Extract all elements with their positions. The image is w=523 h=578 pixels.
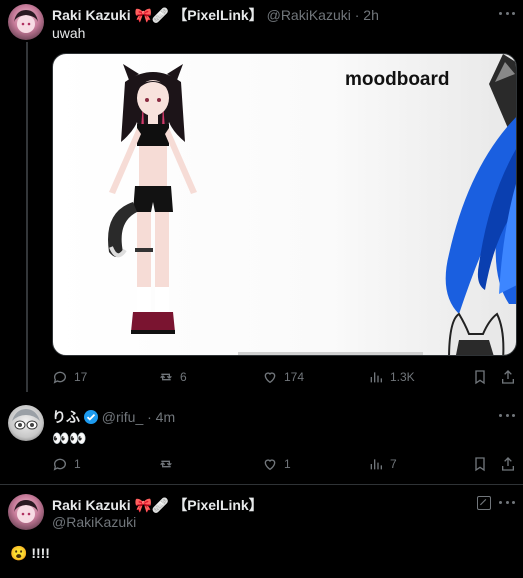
tweet-3-author-name[interactable]: Raki Kazuki — [52, 497, 131, 513]
character-figure — [108, 64, 197, 334]
tweet-2-more-icon[interactable] — [499, 414, 515, 420]
ribbon-emoji-icon: 🎀 — [134, 7, 152, 23]
retweet-icon — [160, 460, 172, 468]
avatar-rifu-art — [12, 409, 40, 430]
tweet-2-like-count: 1 — [284, 457, 291, 471]
tweet-1-time[interactable]: · 2h — [355, 7, 379, 23]
avatar-raki[interactable] — [8, 4, 44, 40]
avatar-rifu[interactable] — [8, 405, 44, 441]
tweet-1-like-button[interactable]: 174 — [262, 369, 304, 385]
tweet-2-bookmark-button[interactable] — [472, 456, 488, 472]
bookmark-icon — [475, 457, 485, 472]
tweet-2-views-button[interactable]: 7 — [368, 456, 397, 472]
tweet-1-media-image[interactable]: moodboard — [52, 53, 517, 356]
tweet-1-header: Raki Kazuki 🎀🩹 【PixelLink】 @RakiKazuki ·… — [52, 5, 379, 25]
tweet-1-retweet-button[interactable]: 6 — [158, 369, 187, 385]
tweet-3-edit-icon[interactable] — [477, 496, 491, 510]
share-icon — [502, 370, 514, 384]
tweet-1-text: uwah — [52, 25, 86, 41]
tweet-1-reply-count: 17 — [74, 370, 88, 384]
bandage-emoji-icon: 🩹 — [151, 7, 170, 23]
tweet-1-bookmark-button[interactable] — [472, 369, 488, 385]
tweet-2-time[interactable]: · 4m — [147, 409, 175, 425]
tweet-2-reply-button[interactable]: 1 — [52, 456, 81, 472]
ribbon-emoji-icon: 🎀 — [134, 497, 152, 513]
tweet-3-text: 😮 !!!! — [10, 545, 50, 561]
thread-connector — [26, 42, 28, 392]
tweet-2-author-name[interactable]: りふ — [52, 409, 80, 425]
avatar-raki-2-art — [14, 500, 38, 523]
avatar-raki-2[interactable] — [8, 494, 44, 530]
tweet-2-handle[interactable]: @rifu_ — [102, 409, 143, 425]
views-icon — [370, 372, 382, 383]
tweet-1-share-button[interactable] — [500, 369, 516, 385]
tweet-1-reply-button[interactable]: 17 — [52, 369, 87, 385]
small-character-head — [448, 312, 505, 355]
retweet-icon — [160, 373, 172, 381]
tweet-3-header: Raki Kazuki 🎀🩹 【PixelLink】 — [52, 495, 263, 515]
tweet-3-handle[interactable]: @RakiKazuki — [52, 514, 136, 530]
avatar-raki-art — [14, 10, 38, 33]
tweet-2-retweet-button[interactable] — [158, 456, 180, 472]
reply-icon — [53, 458, 66, 471]
tweet-1-handle[interactable]: @RakiKazuki — [267, 7, 351, 23]
verified-badge-icon — [83, 410, 98, 424]
tweet-2-like-button[interactable]: 1 — [262, 456, 291, 472]
tweet-1-views-button[interactable]: 1.3K — [368, 369, 415, 385]
tweet-1-author-name[interactable]: Raki Kazuki — [52, 7, 131, 23]
media-scroll-indicator — [238, 352, 423, 355]
tweet-3-more-icon[interactable] — [499, 501, 515, 507]
tweet-2-header: りふ @rifu_ · 4m — [52, 407, 175, 427]
bookmark-icon — [475, 370, 485, 385]
tweet-2-share-button[interactable] — [500, 456, 516, 472]
views-icon — [370, 459, 382, 470]
tweet-1-author-tag: 【PixelLink】 — [173, 7, 263, 23]
tweet-1-retweet-count: 6 — [180, 370, 187, 384]
heart-icon — [264, 459, 276, 471]
tweet-3-author-tag: 【PixelLink】 — [173, 497, 263, 513]
tweet-2-view-count: 7 — [390, 457, 397, 471]
tweet-1-view-count: 1.3K — [390, 370, 415, 384]
tweet-2-reply-count: 1 — [74, 457, 81, 471]
tweet-1-like-count: 174 — [284, 370, 305, 384]
reply-icon — [53, 371, 66, 384]
tweet-divider — [0, 484, 523, 485]
heart-icon — [264, 372, 276, 384]
tweet-2-text: 👀👀 — [52, 430, 87, 446]
tweet-1-more-icon[interactable] — [499, 12, 515, 18]
share-icon — [502, 457, 514, 471]
bandage-emoji-icon: 🩹 — [151, 497, 170, 513]
